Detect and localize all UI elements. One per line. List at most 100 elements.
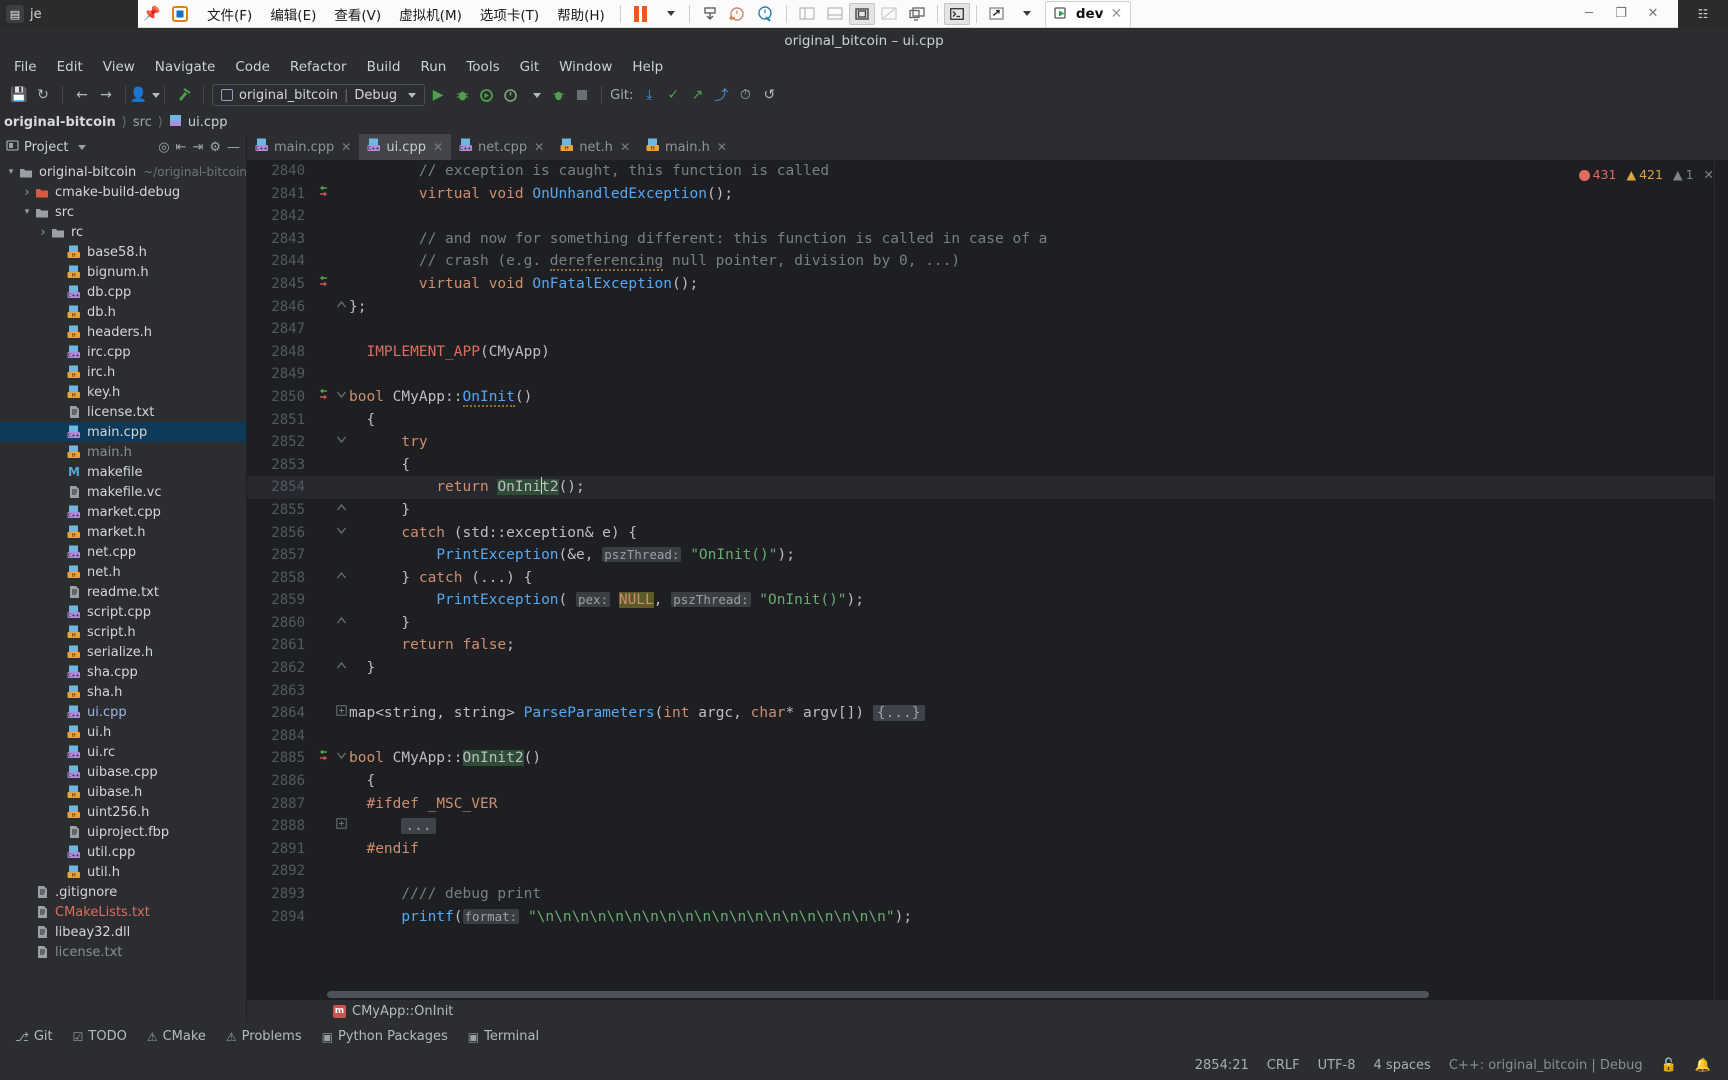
menu-view[interactable]: View bbox=[93, 57, 145, 77]
vmware-tab-dev[interactable]: dev ✕ bbox=[1044, 0, 1132, 27]
tree-item-license-txt[interactable]: license.txt bbox=[0, 402, 246, 422]
close-icon[interactable]: ✕ bbox=[717, 140, 727, 154]
inspection-warnings[interactable]: ▲ 421 bbox=[1626, 164, 1662, 187]
refresh-icon[interactable]: ↻ bbox=[32, 84, 54, 106]
tree-item-db-h[interactable]: Hdb.h bbox=[0, 302, 246, 322]
code-line[interactable]: 2887 #ifdef _MSC_VER bbox=[247, 793, 1728, 816]
chevron-down-icon[interactable]: ▾ bbox=[20, 207, 34, 217]
menu-navigate[interactable]: Navigate bbox=[145, 57, 226, 77]
code-lines[interactable]: 2840 // exception is caught, this functi… bbox=[247, 160, 1728, 928]
tool-window-cmake[interactable]: ⚠ CMake bbox=[138, 1026, 215, 1047]
sidebar-toggle-icon[interactable] bbox=[793, 1, 821, 27]
terminal-icon[interactable] bbox=[943, 2, 970, 25]
project-tree[interactable]: ▾ original-bitcoin ~/original-bitcoin › cmak… bbox=[0, 160, 246, 1022]
code-line[interactable]: 2851 { bbox=[247, 409, 1728, 432]
fullscreen-icon[interactable] bbox=[848, 2, 875, 25]
code-fold-toggle[interactable] bbox=[333, 702, 349, 725]
tree-item-serialize-h[interactable]: Hserialize.h bbox=[0, 642, 246, 662]
tree-item-headers-h[interactable]: Hheaders.h bbox=[0, 322, 246, 342]
breadcrumb-file[interactable]: ui.cpp bbox=[188, 115, 228, 130]
console-view-icon[interactable] bbox=[821, 1, 849, 27]
close-icon[interactable]: ✕ bbox=[1638, 3, 1668, 25]
tree-item-base58-h[interactable]: Hbase58.h bbox=[0, 242, 246, 262]
close-icon[interactable]: ✕ bbox=[341, 140, 351, 154]
tree-item-license-txt[interactable]: license.txt bbox=[0, 942, 246, 962]
tree-item-makefile[interactable]: Mmakefile bbox=[0, 462, 246, 482]
tool-window-python-packages[interactable]: ▣ Python Packages bbox=[313, 1026, 457, 1047]
chevron-right-icon[interactable]: › bbox=[36, 225, 50, 240]
vm-menu-view[interactable]: 查看(V) bbox=[325, 0, 390, 28]
breadcrumb[interactable]: original-bitcoin ⟩ src ⟩ ui.cpp bbox=[0, 110, 1728, 134]
file-encoding[interactable]: UTF-8 bbox=[1309, 1058, 1365, 1073]
code-line[interactable]: 2884 bbox=[247, 725, 1728, 748]
git-branch-icon[interactable]: ⤴ bbox=[710, 84, 732, 106]
menu-edit[interactable]: Edit bbox=[47, 57, 93, 77]
tree-item-uiproject-fbp[interactable]: uiproject.fbp bbox=[0, 822, 246, 842]
tree-item-original-bitcoin[interactable]: ▾ original-bitcoin ~/original-bitcoin bbox=[0, 162, 246, 182]
run-coverage-icon[interactable] bbox=[475, 84, 497, 106]
code-fold-toggle[interactable] bbox=[333, 386, 349, 409]
vm-menu-help[interactable]: 帮助(H) bbox=[548, 0, 614, 28]
vm-menu-file[interactable]: 文件(F) bbox=[198, 0, 261, 28]
tree-item-ui-h[interactable]: Hui.h bbox=[0, 722, 246, 742]
tree-item-net-h[interactable]: Hnet.h bbox=[0, 562, 246, 582]
send-ctrl-alt-del-icon[interactable] bbox=[696, 1, 724, 27]
code-line[interactable]: 2860 } bbox=[247, 612, 1728, 635]
user-icon[interactable]: 👤 bbox=[130, 84, 161, 106]
tree-item-src[interactable]: ▾ src bbox=[0, 202, 246, 222]
git-push-icon[interactable]: ↗ bbox=[686, 84, 708, 106]
close-icon[interactable]: ✕ bbox=[433, 140, 443, 154]
code-line[interactable]: 2864 map<string, string> ParseParameters(… bbox=[247, 702, 1728, 725]
chevron-down-icon[interactable] bbox=[408, 92, 417, 98]
menu-window[interactable]: Window bbox=[549, 57, 622, 77]
code-fold-toggle[interactable] bbox=[333, 567, 349, 590]
save-icon[interactable]: 💾 bbox=[8, 84, 30, 106]
close-icon[interactable]: ✕ bbox=[1704, 164, 1714, 187]
expand-icon[interactable] bbox=[983, 1, 1011, 27]
code-line[interactable]: 2893 //// debug print bbox=[247, 883, 1728, 906]
code-line[interactable]: 2845 virtual void OnFatalException(); bbox=[247, 273, 1728, 296]
tool-window-git[interactable]: ⎇ Git bbox=[6, 1026, 62, 1047]
breadcrumb-root[interactable]: original-bitcoin bbox=[4, 115, 116, 130]
scrollbar-thumb[interactable] bbox=[327, 991, 1429, 998]
code-line[interactable]: 2849 bbox=[247, 363, 1728, 386]
code-line[interactable]: 2856 catch (std::exception& e) { bbox=[247, 522, 1728, 545]
profiler-icon[interactable] bbox=[499, 84, 521, 106]
tree-item-main-h[interactable]: Hmain.h bbox=[0, 442, 246, 462]
override-gutter-icon[interactable] bbox=[313, 386, 333, 409]
menu-git[interactable]: Git bbox=[510, 57, 550, 77]
vm-menu-tabs[interactable]: 选项卡(T) bbox=[471, 0, 548, 28]
code-line[interactable]: 2842 bbox=[247, 205, 1728, 228]
code-line[interactable]: 2863 bbox=[247, 680, 1728, 703]
code-line[interactable]: 2857 PrintException(&e, pszThread: "OnIn… bbox=[247, 544, 1728, 567]
chevron-down-icon[interactable] bbox=[523, 84, 545, 106]
expand-all-icon[interactable]: ⇥ bbox=[192, 140, 203, 155]
code-line[interactable]: 2888 ... bbox=[247, 815, 1728, 838]
editor-tab-net-cpp[interactable]: C++ net.cpp ✕ bbox=[451, 134, 552, 160]
code-line[interactable]: 2841 virtual void OnUnhandledException()… bbox=[247, 183, 1728, 206]
hide-icon[interactable]: — bbox=[227, 140, 240, 155]
tree-item-ui-rc[interactable]: C++ ui.rc bbox=[0, 742, 246, 762]
code-line[interactable]: 2894 printf(format: "\n\n\n\n\n\n\n\n\n\… bbox=[247, 906, 1728, 929]
editor-tab-ui-cpp[interactable]: C++ ui.cpp ✕ bbox=[359, 134, 452, 160]
collapse-all-icon[interactable]: ⇤ bbox=[176, 140, 187, 155]
tree-item-util-h[interactable]: Hutil.h bbox=[0, 862, 246, 882]
code-line[interactable]: 2852 try bbox=[247, 431, 1728, 454]
tree-item-makefile-vc[interactable]: makefile.vc bbox=[0, 482, 246, 502]
code-line[interactable]: 2846}; bbox=[247, 296, 1728, 319]
tree-item-irc-cpp[interactable]: C++ irc.cpp bbox=[0, 342, 246, 362]
inspections-widget[interactable]: 431 ▲ 421 ▲ 1 ✕ bbox=[1578, 164, 1714, 187]
inspection-weak-warnings[interactable]: ▲ 1 bbox=[1673, 164, 1694, 187]
vmware-menubar[interactable]: 文件(F) 编辑(E) 查看(V) 虚拟机(M) 选项卡(T) 帮助(H) bbox=[194, 0, 614, 28]
vm-menu-vm[interactable]: 虚拟机(M) bbox=[390, 0, 471, 28]
editor-tab-main-h[interactable]: Hmain.h ✕ bbox=[638, 134, 735, 160]
code-fold-toggle[interactable] bbox=[333, 499, 349, 522]
caret-position[interactable]: 2854:21 bbox=[1186, 1058, 1258, 1073]
vm-menu-edit[interactable]: 编辑(E) bbox=[261, 0, 325, 28]
line-separator[interactable]: CRLF bbox=[1258, 1058, 1309, 1073]
code-fold-toggle[interactable] bbox=[333, 815, 349, 838]
code-editor[interactable]: 2840 // exception is caught, this functi… bbox=[247, 160, 1728, 1000]
tree-item-uibase-cpp[interactable]: C++ uibase.cpp bbox=[0, 762, 246, 782]
menu-tools[interactable]: Tools bbox=[456, 57, 509, 77]
tree-item-market-h[interactable]: Hmarket.h bbox=[0, 522, 246, 542]
